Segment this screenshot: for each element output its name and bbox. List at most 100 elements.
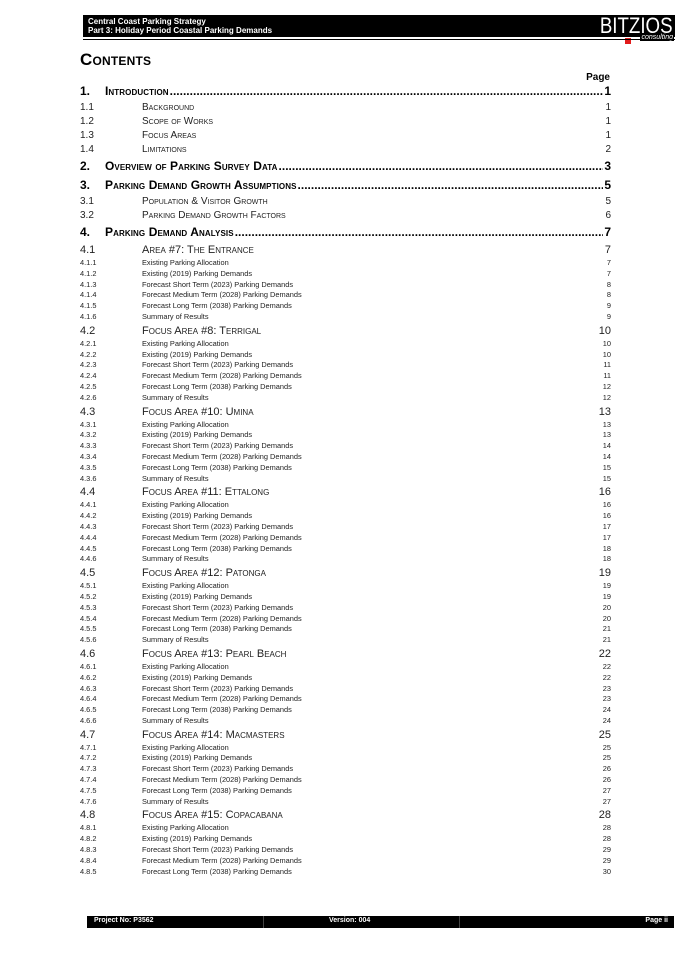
toc-entry-page[interactable]: 3 bbox=[604, 157, 611, 176]
toc-entry-level-3[interactable]: 4.8.2 Existing (2019) Parking Demands 28 bbox=[80, 834, 611, 845]
toc-entry-page[interactable]: 23 bbox=[603, 694, 611, 705]
toc-entry-page[interactable]: 22 bbox=[603, 673, 611, 684]
toc-entry-level-3[interactable]: 4.5.4 Forecast Medium Term (2028) Parking… bbox=[80, 614, 611, 625]
toc-entry-page[interactable]: 17 bbox=[603, 533, 611, 544]
toc-entry-level-2[interactable]: 4.6 Focus Area #13: Pearl Beach 22 bbox=[80, 646, 611, 662]
toc-entry-title[interactable]: Forecast Long Term (2038) Parking Demand… bbox=[142, 382, 292, 393]
toc-entry-level-3[interactable]: 4.1.3 Forecast Short Term (2023) Parking … bbox=[80, 280, 611, 291]
toc-entry-title[interactable]: Parking Demand Growth Assumptions bbox=[105, 176, 297, 195]
toc-entry-page[interactable]: 8 bbox=[607, 280, 611, 291]
toc-entry-level-1[interactable]: 4. Parking Demand Analysis 7 bbox=[80, 223, 611, 242]
toc-entry-level-3[interactable]: 4.2.6 Summary of Results 12 bbox=[80, 393, 611, 404]
toc-entry-page[interactable]: 15 bbox=[603, 463, 611, 474]
toc-entry-level-3[interactable]: 4.2.1 Existing Parking Allocation 10 bbox=[80, 339, 611, 350]
toc-entry-title[interactable]: Forecast Medium Term (2028) Parking Dema… bbox=[142, 775, 302, 786]
toc-entry-title[interactable]: Summary of Results bbox=[142, 797, 209, 808]
toc-entry-level-3[interactable]: 4.1.4 Forecast Medium Term (2028) Parking… bbox=[80, 290, 611, 301]
toc-entry-title[interactable]: Parking Demand Growth Factors bbox=[142, 209, 286, 223]
toc-entry-page[interactable]: 10 bbox=[599, 323, 611, 339]
toc-entry-level-3[interactable]: 4.5.5 Forecast Long Term (2038) Parking D… bbox=[80, 624, 611, 635]
toc-entry-title[interactable]: Existing (2019) Parking Demands bbox=[142, 350, 252, 361]
toc-entry-level-3[interactable]: 4.3.5 Forecast Long Term (2038) Parking D… bbox=[80, 463, 611, 474]
toc-entry-title[interactable]: Forecast Medium Term (2028) Parking Dema… bbox=[142, 856, 302, 867]
toc-entry-title[interactable]: Summary of Results bbox=[142, 312, 209, 323]
toc-entry-page[interactable]: 23 bbox=[603, 684, 611, 695]
toc-entry-level-3[interactable]: 4.2.4 Forecast Medium Term (2028) Parking… bbox=[80, 371, 611, 382]
toc-entry-page[interactable]: 26 bbox=[603, 775, 611, 786]
toc-entry-page[interactable]: 24 bbox=[603, 716, 611, 727]
toc-entry-title[interactable]: Existing (2019) Parking Demands bbox=[142, 592, 252, 603]
toc-entry-page[interactable]: 27 bbox=[603, 786, 611, 797]
toc-entry-page[interactable]: 20 bbox=[603, 603, 611, 614]
toc-entry-title[interactable]: Forecast Long Term (2038) Parking Demand… bbox=[142, 544, 292, 555]
toc-entry-title[interactable]: Area #7: The Entrance bbox=[142, 242, 254, 258]
toc-entry-level-3[interactable]: 4.5.1 Existing Parking Allocation 19 bbox=[80, 581, 611, 592]
toc-entry-page[interactable]: 14 bbox=[603, 441, 611, 452]
toc-entry-page[interactable]: 11 bbox=[603, 371, 611, 382]
toc-entry-page[interactable]: 13 bbox=[603, 420, 611, 431]
toc-entry-title[interactable]: Existing (2019) Parking Demands bbox=[142, 753, 252, 764]
toc-entry-page[interactable]: 1 bbox=[604, 82, 611, 101]
toc-entry-level-2[interactable]: 4.5 Focus Area #12: Patonga 19 bbox=[80, 565, 611, 581]
toc-entry-level-1[interactable]: 2. Overview of Parking Survey Data 3 bbox=[80, 157, 611, 176]
toc-entry-title[interactable]: Existing Parking Allocation bbox=[142, 500, 229, 511]
toc-entry-page[interactable]: 27 bbox=[603, 797, 611, 808]
toc-entry-title[interactable]: Existing Parking Allocation bbox=[142, 258, 229, 269]
toc-entry-page[interactable]: 16 bbox=[599, 484, 611, 500]
toc-entry-level-3[interactable]: 4.4.1 Existing Parking Allocation 16 bbox=[80, 500, 611, 511]
toc-entry-page[interactable]: 10 bbox=[603, 350, 611, 361]
toc-entry-page[interactable]: 5 bbox=[605, 195, 611, 209]
toc-entry-level-3[interactable]: 4.6.1 Existing Parking Allocation 22 bbox=[80, 662, 611, 673]
toc-entry-title[interactable]: Forecast Short Term (2023) Parking Deman… bbox=[142, 603, 293, 614]
toc-entry-title[interactable]: Forecast Medium Term (2028) Parking Dema… bbox=[142, 533, 302, 544]
toc-entry-title[interactable]: Focus Area #15: Copacabana bbox=[142, 807, 283, 823]
toc-entry-level-2[interactable]: 1.2 Scope of Works 1 bbox=[80, 115, 611, 129]
toc-entry-level-2[interactable]: 1.1 Background 1 bbox=[80, 101, 611, 115]
toc-entry-level-3[interactable]: 4.7.6 Summary of Results 27 bbox=[80, 797, 611, 808]
toc-entry-page[interactable]: 9 bbox=[607, 312, 611, 323]
toc-entry-title[interactable]: Existing Parking Allocation bbox=[142, 581, 229, 592]
toc-entry-level-3[interactable]: 4.1.6 Summary of Results 9 bbox=[80, 312, 611, 323]
toc-entry-title[interactable]: Forecast Short Term (2023) Parking Deman… bbox=[142, 764, 293, 775]
toc-entry-title[interactable]: Forecast Medium Term (2028) Parking Dema… bbox=[142, 694, 302, 705]
toc-entry-level-2[interactable]: 4.1 Area #7: The Entrance 7 bbox=[80, 242, 611, 258]
toc-entry-title[interactable]: Existing (2019) Parking Demands bbox=[142, 834, 252, 845]
toc-entry-title[interactable]: Focus Area #11: Ettalong bbox=[142, 484, 269, 500]
toc-entry-page[interactable]: 20 bbox=[603, 614, 611, 625]
toc-entry-level-3[interactable]: 4.8.1 Existing Parking Allocation 28 bbox=[80, 823, 611, 834]
toc-entry-page[interactable]: 28 bbox=[603, 823, 611, 834]
toc-entry-page[interactable]: 22 bbox=[603, 662, 611, 673]
toc-entry-level-3[interactable]: 4.7.3 Forecast Short Term (2023) Parking … bbox=[80, 764, 611, 775]
toc-entry-title[interactable]: Forecast Short Term (2023) Parking Deman… bbox=[142, 684, 293, 695]
toc-entry-page[interactable]: 25 bbox=[599, 727, 611, 743]
toc-entry-level-3[interactable]: 4.6.5 Forecast Long Term (2038) Parking D… bbox=[80, 705, 611, 716]
toc-entry-page[interactable]: 26 bbox=[603, 764, 611, 775]
toc-entry-page[interactable]: 7 bbox=[605, 242, 611, 258]
toc-entry-level-2[interactable]: 3.1 Population & Visitor Growth 5 bbox=[80, 195, 611, 209]
toc-entry-page[interactable]: 9 bbox=[607, 301, 611, 312]
toc-entry-level-3[interactable]: 4.3.1 Existing Parking Allocation 13 bbox=[80, 420, 611, 431]
toc-entry-page[interactable]: 7 bbox=[607, 258, 611, 269]
toc-entry-level-2[interactable]: 4.4 Focus Area #11: Ettalong 16 bbox=[80, 484, 611, 500]
toc-entry-level-3[interactable]: 4.2.5 Forecast Long Term (2038) Parking D… bbox=[80, 382, 611, 393]
toc-entry-level-3[interactable]: 4.8.5 Forecast Long Term (2038) Parking D… bbox=[80, 867, 611, 878]
toc-entry-level-3[interactable]: 4.7.1 Existing Parking Allocation 25 bbox=[80, 743, 611, 754]
toc-entry-title[interactable]: Forecast Long Term (2038) Parking Demand… bbox=[142, 705, 292, 716]
toc-entry-page[interactable]: 18 bbox=[603, 554, 611, 565]
toc-entry-title[interactable]: Forecast Short Term (2023) Parking Deman… bbox=[142, 522, 293, 533]
toc-entry-level-3[interactable]: 4.3.3 Forecast Short Term (2023) Parking … bbox=[80, 441, 611, 452]
toc-entry-page[interactable]: 17 bbox=[603, 522, 611, 533]
toc-entry-level-3[interactable]: 4.3.6 Summary of Results 15 bbox=[80, 474, 611, 485]
toc-entry-level-3[interactable]: 4.1.5 Forecast Long Term (2038) Parking D… bbox=[80, 301, 611, 312]
toc-entry-title[interactable]: Focus Area #13: Pearl Beach bbox=[142, 646, 286, 662]
toc-entry-level-3[interactable]: 4.6.3 Forecast Short Term (2023) Parking … bbox=[80, 684, 611, 695]
toc-entry-title[interactable]: Limitations bbox=[142, 143, 187, 157]
toc-entry-title[interactable]: Forecast Long Term (2038) Parking Demand… bbox=[142, 786, 292, 797]
toc-entry-title[interactable]: Introduction bbox=[105, 82, 169, 101]
toc-entry-level-3[interactable]: 4.5.2 Existing (2019) Parking Demands 19 bbox=[80, 592, 611, 603]
toc-entry-title[interactable]: Existing Parking Allocation bbox=[142, 420, 229, 431]
toc-entry-level-2[interactable]: 4.2 Focus Area #8: Terrigal 10 bbox=[80, 323, 611, 339]
toc-entry-page[interactable]: 6 bbox=[605, 209, 611, 223]
toc-entry-page[interactable]: 18 bbox=[603, 544, 611, 555]
toc-entry-level-3[interactable]: 4.7.4 Forecast Medium Term (2028) Parking… bbox=[80, 775, 611, 786]
